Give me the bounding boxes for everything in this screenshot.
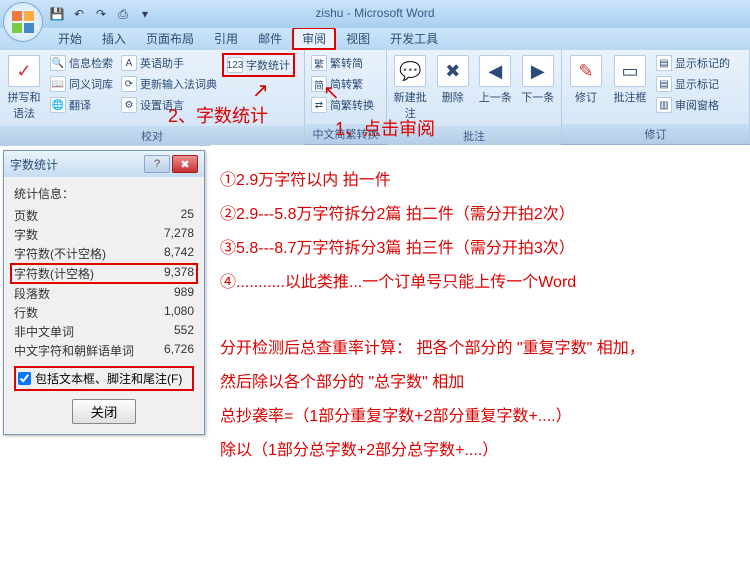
- ribbon-tabs: 开始 插入 页面布局 引用 邮件 审阅 视图 开发工具: [0, 28, 750, 50]
- doc-line: 除以（1部分总字数+2部分总字数+....）: [220, 435, 730, 467]
- checkbox-label: 包括文本框、脚注和尾注(F): [35, 370, 182, 387]
- show-marks-button[interactable]: ▤显示标记: [653, 74, 733, 94]
- ribbon-group-comments: 💬新建批注 ✖删除 ◀上一条 ▶下一条 批注: [387, 50, 562, 144]
- doc-line: ③5.8---8.7万字符拆分3篇 拍三件（需分开拍3次）: [220, 233, 730, 265]
- next-icon: ▶: [522, 55, 554, 87]
- dialog-body: 统计信息： 页数25字数7,278字符数(不计空格)8,742字符数(计空格)9…: [4, 177, 204, 434]
- chinese-convert-button[interactable]: ⇄简繁转换: [308, 95, 383, 115]
- tab-review[interactable]: 审阅: [292, 27, 336, 50]
- dialog-close-button[interactable]: ✖: [172, 155, 198, 173]
- tab-home[interactable]: 开始: [48, 27, 92, 50]
- window-title: zishu - Microsoft Word: [315, 6, 434, 20]
- stats-heading: 统计信息：: [14, 185, 194, 202]
- dialog-help-button[interactable]: ?: [144, 155, 170, 173]
- title-bar: 💾 ↶ ↷ ⎙ ▾ zishu - Microsoft Word: [0, 0, 750, 28]
- research-icon: 🔍: [50, 55, 66, 71]
- trad-simp-icon: 繁: [311, 55, 327, 71]
- stat-row: 字符数(不计空格)8,742: [14, 244, 194, 263]
- new-comment-button[interactable]: 💬新建批注: [390, 53, 431, 123]
- research-button[interactable]: 🔍信息检索: [47, 53, 116, 73]
- dialog-close-btn[interactable]: 关闭: [72, 399, 137, 424]
- markup-icon: ▤: [656, 55, 672, 71]
- stat-row: 行数1,080: [14, 303, 194, 322]
- redo-icon[interactable]: ↷: [92, 5, 110, 23]
- doc-line: 然后除以各个部分的 "总字数" 相加: [220, 367, 730, 399]
- spelling-icon: ✓: [8, 55, 40, 87]
- wordcount-icon: 123: [227, 57, 243, 73]
- pane-icon: ▥: [656, 97, 672, 113]
- spelling-button[interactable]: ✓ 拼写和 语法: [3, 53, 45, 123]
- tab-mail[interactable]: 邮件: [248, 27, 292, 50]
- dialog-title-text: 字数统计: [10, 156, 142, 173]
- undo-icon[interactable]: ↶: [70, 5, 88, 23]
- tab-layout[interactable]: 页面布局: [136, 27, 204, 50]
- stat-row: 字数7,278: [14, 225, 194, 244]
- review-pane-button[interactable]: ▥审阅窗格: [653, 95, 733, 115]
- prev-icon: ◀: [479, 55, 511, 87]
- word-count-button[interactable]: 123字数统计: [222, 53, 295, 77]
- group-label-proofing: 校对: [0, 126, 304, 146]
- track-changes-button[interactable]: ✎修订: [565, 53, 607, 107]
- checkbox-input[interactable]: [18, 372, 31, 385]
- next-comment-button[interactable]: ▶下一条: [518, 53, 559, 107]
- stat-row: 字符数(计空格)9,378: [10, 263, 198, 284]
- trad-to-simp-button[interactable]: 繁繁转简: [308, 53, 383, 73]
- doc-line: 分开检测后总查重率计算： 把各个部分的 "重复字数" 相加，: [220, 333, 730, 365]
- print-icon[interactable]: ⎙: [114, 5, 132, 23]
- english-assistant-button[interactable]: A英语助手: [118, 53, 220, 73]
- save-icon[interactable]: 💾: [48, 5, 66, 23]
- ribbon: ✓ 拼写和 语法 🔍信息检索 📖同义词库 🌐翻译 A英语助手 ⟳更新输入法词典 …: [0, 50, 750, 145]
- doc-line: ②2.9---5.8万字符拆分2篇 拍二件（需分开拍2次）: [220, 199, 730, 231]
- set-language-button[interactable]: ⚙设置语言: [118, 95, 220, 115]
- tab-developer[interactable]: 开发工具: [380, 27, 448, 50]
- track-icon: ✎: [570, 55, 602, 87]
- language-icon: ⚙: [121, 97, 137, 113]
- ime-icon: ⟳: [121, 76, 137, 92]
- thesaurus-icon: 📖: [50, 76, 66, 92]
- group-label-chinese: 中文简繁转换: [305, 124, 386, 144]
- tab-insert[interactable]: 插入: [92, 27, 136, 50]
- show-markup-button[interactable]: ▤显示标记的: [653, 53, 733, 73]
- translate-icon: 🌐: [50, 97, 66, 113]
- doc-line: ①2.9万字符以内 拍一件: [220, 165, 730, 197]
- doc-line: 总抄袭率=（1部分重复字数+2部分重复字数+....）: [220, 401, 730, 433]
- office-button[interactable]: [3, 2, 43, 42]
- stat-row: 段落数989: [14, 284, 194, 303]
- include-textboxes-checkbox[interactable]: 包括文本框、脚注和尾注(F): [14, 366, 194, 391]
- update-ime-button[interactable]: ⟳更新输入法词典: [118, 74, 220, 94]
- marks-icon: ▤: [656, 76, 672, 92]
- group-label-comments: 批注: [387, 126, 561, 146]
- dialog-titlebar[interactable]: 字数统计 ? ✖: [4, 151, 204, 177]
- quick-access-toolbar: 💾 ↶ ↷ ⎙ ▾: [48, 5, 154, 23]
- delete-comment-button[interactable]: ✖删除: [433, 53, 474, 107]
- simp-to-trad-button[interactable]: 简简转繁: [308, 74, 383, 94]
- ribbon-group-tracking: ✎修订 ▭批注框 ▤显示标记的 ▤显示标记 ▥审阅窗格 修订: [562, 50, 750, 144]
- stat-row: 页数25: [14, 206, 194, 225]
- doc-line: ④...........以此类推...一个订单号只能上传一个Word: [220, 267, 730, 299]
- ribbon-group-proofing: ✓ 拼写和 语法 🔍信息检索 📖同义词库 🌐翻译 A英语助手 ⟳更新输入法词典 …: [0, 50, 305, 144]
- office-logo-icon: [11, 10, 35, 34]
- convert-icon: ⇄: [311, 97, 327, 113]
- prev-comment-button[interactable]: ◀上一条: [475, 53, 516, 107]
- document-body[interactable]: ①2.9万字符以内 拍一件 ②2.9---5.8万字符拆分2篇 拍二件（需分开拍…: [210, 145, 740, 557]
- assistant-icon: A: [121, 55, 137, 71]
- delete-icon: ✖: [437, 55, 469, 87]
- stat-row: 非中文单词552: [14, 322, 194, 341]
- ribbon-group-chinese: 繁繁转简 简简转繁 ⇄简繁转换 中文简繁转换: [305, 50, 387, 144]
- thesaurus-button[interactable]: 📖同义词库: [47, 74, 116, 94]
- simp-trad-icon: 简: [311, 76, 327, 92]
- qat-more-icon[interactable]: ▾: [136, 5, 154, 23]
- word-count-dialog: 字数统计 ? ✖ 统计信息： 页数25字数7,278字符数(不计空格)8,742…: [3, 150, 205, 435]
- tab-view[interactable]: 视图: [336, 27, 380, 50]
- translate-button[interactable]: 🌐翻译: [47, 95, 116, 115]
- group-label-tracking: 修订: [562, 124, 749, 144]
- new-comment-icon: 💬: [394, 55, 426, 87]
- stat-row: 中文字符和朝鲜语单词6,726: [14, 341, 194, 360]
- balloons-button[interactable]: ▭批注框: [609, 53, 651, 107]
- tab-reference[interactable]: 引用: [204, 27, 248, 50]
- balloon-icon: ▭: [614, 55, 646, 87]
